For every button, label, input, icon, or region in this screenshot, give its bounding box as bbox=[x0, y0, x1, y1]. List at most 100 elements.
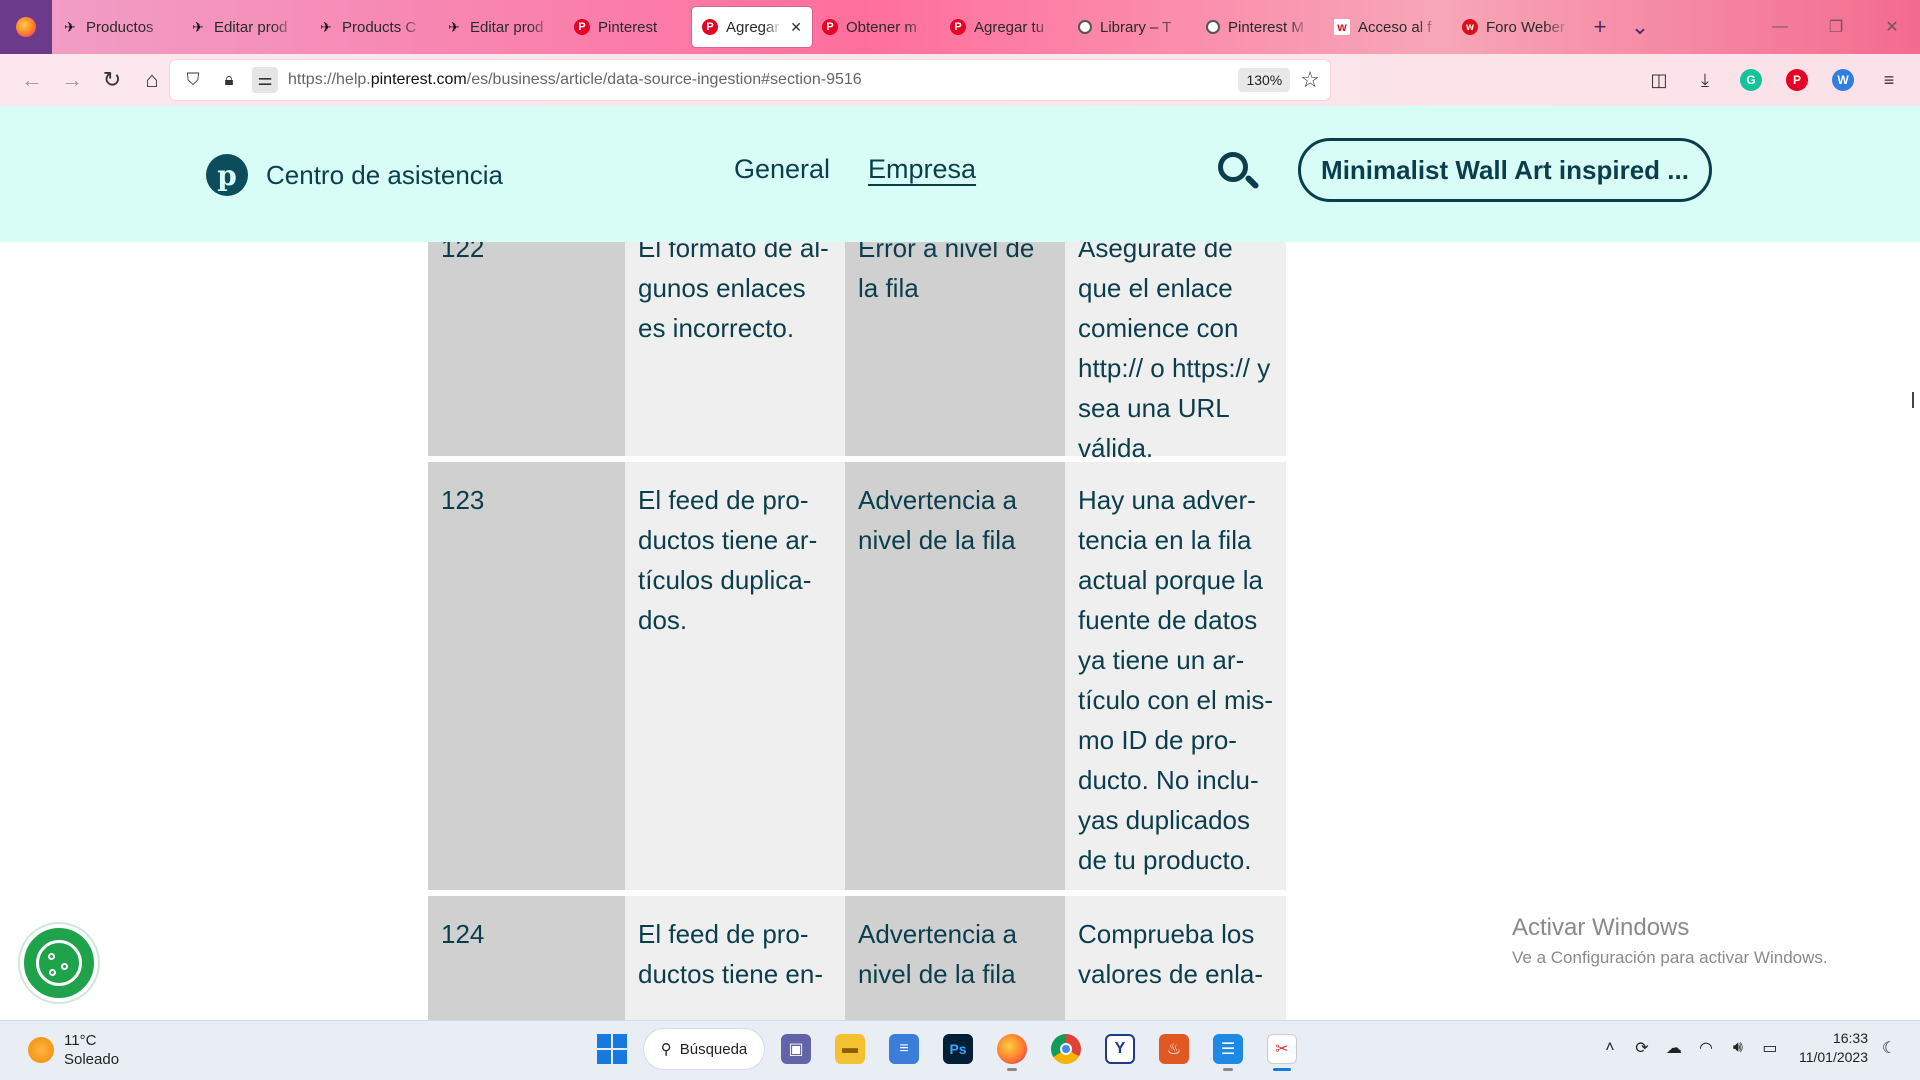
forward-icon[interactable]: → bbox=[52, 60, 92, 100]
weather-description: Soleado bbox=[64, 1051, 120, 1068]
windows-taskbar: 11°C Soleado ⚲ Búsqueda ▣ ▬ ≡ Ps Y ♨ ☰ ✂… bbox=[0, 1020, 1920, 1080]
firefox-icon bbox=[16, 17, 36, 37]
tab-label: Editar prod bbox=[214, 18, 288, 36]
tab-label: Productos bbox=[86, 18, 154, 36]
weber-icon: w bbox=[1462, 19, 1478, 35]
zoom-level-badge[interactable]: 130% bbox=[1238, 68, 1291, 92]
cookie-settings-button[interactable] bbox=[20, 924, 98, 1002]
download-icon[interactable]: ⤓ bbox=[1686, 60, 1724, 100]
new-tab-icon[interactable]: + bbox=[1580, 7, 1620, 47]
firefox-taskbar-icon[interactable] bbox=[990, 1027, 1034, 1071]
address-bar[interactable]: ⛉ 🔒︎ ⚌ https://help.pinterest.com/es/bus… bbox=[170, 60, 1330, 100]
cloud-icon[interactable]: ☁ bbox=[1663, 1038, 1685, 1058]
url-prefix: https://help. bbox=[288, 71, 371, 88]
navigation-toolbar: ← → ↻ ⌂ ⛉ 🔒︎ ⚌ https://help.pinterest.co… bbox=[0, 54, 1920, 106]
nav-link-empresa[interactable]: Empresa bbox=[868, 154, 976, 185]
pinterest-icon: P bbox=[822, 19, 838, 35]
tab-agregar-tu[interactable]: P Agregar tu bbox=[940, 7, 1068, 47]
notes-app-icon[interactable]: ☰ bbox=[1206, 1027, 1250, 1071]
bird-icon: ✈ bbox=[448, 18, 460, 35]
home-icon[interactable]: ⌂ bbox=[132, 60, 172, 100]
wifi-icon[interactable]: ◠ bbox=[1695, 1038, 1717, 1058]
tab-agregar-active[interactable]: P Agregar ✕ bbox=[692, 7, 812, 47]
notepad-icon[interactable]: ≡ bbox=[882, 1027, 926, 1071]
permissions-icon[interactable]: ⚌ bbox=[252, 67, 278, 93]
grammarly-icon[interactable]: G bbox=[1732, 60, 1770, 100]
tab-label: Products C bbox=[342, 18, 417, 36]
taskbar-search[interactable]: ⚲ Búsqueda bbox=[644, 1029, 764, 1069]
search-icon[interactable] bbox=[1212, 146, 1260, 194]
search-icon: ⚲ bbox=[660, 1041, 672, 1058]
clock[interactable]: 16:33 11/01/2023 bbox=[1799, 1029, 1868, 1067]
watermark-title: Activar Windows bbox=[1512, 914, 1690, 941]
tab-acceso[interactable]: w Acceso al f bbox=[1324, 7, 1452, 47]
tab-label: Pinterest M bbox=[1228, 18, 1304, 36]
battery-icon[interactable]: ▭ bbox=[1759, 1038, 1781, 1058]
tab-pinterest-m[interactable]: Pinterest M bbox=[1196, 7, 1324, 47]
scrollbar[interactable] bbox=[1912, 392, 1914, 408]
teams-chat-icon[interactable]: ▣ bbox=[774, 1027, 818, 1071]
tab-obtener[interactable]: P Obtener m bbox=[812, 7, 940, 47]
photoshop-icon[interactable]: Ps bbox=[936, 1027, 980, 1071]
cell-code: 123 bbox=[428, 462, 625, 890]
search-lens bbox=[1218, 152, 1248, 182]
account-button[interactable]: Minimalist Wall Art inspired ... bbox=[1298, 138, 1712, 202]
firefox-menu-button[interactable] bbox=[0, 0, 52, 54]
back-icon[interactable]: ← bbox=[12, 60, 52, 100]
tab-products-c[interactable]: ✈ Products C bbox=[308, 7, 436, 47]
taskbar-search-label: Búsqueda bbox=[679, 1040, 748, 1058]
tab-label: Obtener m bbox=[846, 18, 917, 36]
bookmark-star-icon[interactable]: ☆ bbox=[1300, 67, 1320, 93]
library-icon bbox=[1078, 20, 1092, 34]
tab-editar-prod[interactable]: ✈ Editar prod bbox=[180, 7, 308, 47]
url-text[interactable]: https://help.pinterest.com/es/business/a… bbox=[288, 71, 1228, 89]
wordtune-extension-icon[interactable]: W bbox=[1824, 60, 1862, 100]
notifications-icon[interactable]: ☾ bbox=[1878, 1038, 1900, 1058]
system-tray: ˄ ⟳ ☁ ◠ 🔊︎ ▭ 16:33 11/01/2023 ☾ bbox=[1599, 1029, 1900, 1067]
reload-icon[interactable]: ↻ bbox=[92, 60, 132, 100]
chrome-icon[interactable] bbox=[1044, 1027, 1088, 1071]
pocket-icon[interactable]: ◫ bbox=[1640, 60, 1678, 100]
tab-library[interactable]: Library – T bbox=[1068, 7, 1196, 47]
file-explorer-icon[interactable]: ▬ bbox=[828, 1027, 872, 1071]
cell-level: Advertencia a nivel de la fila bbox=[845, 896, 1065, 1020]
tab-strip: ✈ Productos ✈ Editar prod ✈ Products C ✈… bbox=[0, 0, 1920, 54]
tab-productos[interactable]: ✈ Productos bbox=[52, 7, 180, 47]
error-codes-table: 122 El formato de al­gunos enlaces es in… bbox=[428, 242, 1286, 1020]
pinterest-extension-icon[interactable]: P bbox=[1778, 60, 1816, 100]
cell-message: El feed de pro­ductos tiene ar­tículos d… bbox=[625, 462, 845, 890]
shield-icon[interactable]: ⛉ bbox=[180, 67, 206, 93]
cell-fix: Asegúrate de que el enlace comience con … bbox=[1065, 242, 1286, 463]
chevron-down-icon[interactable]: ⌄ bbox=[1620, 7, 1660, 47]
cell-level: Error a nivel de la fila bbox=[845, 242, 1065, 456]
snipping-tool-icon[interactable]: ✂ bbox=[1260, 1027, 1304, 1071]
lock-icon[interactable]: 🔒︎ bbox=[216, 67, 242, 93]
tab-label: Library – T bbox=[1100, 18, 1172, 36]
hamburger-menu-icon[interactable]: ≡ bbox=[1870, 60, 1908, 100]
tab-foro-weber[interactable]: w Foro Weber bbox=[1452, 7, 1580, 47]
brand[interactable]: p Centro de asistencia bbox=[206, 154, 503, 196]
site-header: p Centro de asistencia General Empresa M… bbox=[0, 106, 1920, 242]
cell-fix: Hay una adver­tencia en la fila actual p… bbox=[1065, 462, 1286, 890]
weather-widget[interactable]: 11°C Soleado bbox=[28, 1031, 119, 1069]
tab-pinterest[interactable]: P Pinterest bbox=[564, 7, 692, 47]
restore-icon[interactable]: ❐ bbox=[1808, 0, 1864, 54]
tab-label: Agregar bbox=[726, 18, 780, 36]
windows-start-icon[interactable] bbox=[590, 1027, 634, 1071]
yahoo-icon[interactable]: Y bbox=[1098, 1027, 1142, 1071]
tab-label: Editar prod bbox=[470, 18, 544, 36]
volume-icon[interactable]: 🔊︎ bbox=[1727, 1039, 1749, 1057]
game-app-icon[interactable]: ♨ bbox=[1152, 1027, 1196, 1071]
minimize-icon[interactable]: — bbox=[1752, 0, 1808, 54]
weather-temperature: 11°C bbox=[64, 1032, 97, 1049]
nav-link-general[interactable]: General bbox=[734, 154, 830, 185]
w-icon: w bbox=[1334, 19, 1350, 35]
chevron-up-icon[interactable]: ˄ bbox=[1599, 1039, 1621, 1057]
sync-icon[interactable]: ⟳ bbox=[1631, 1038, 1653, 1058]
toolbar-extensions: ◫ ⤓ G P W ≡ bbox=[1640, 60, 1908, 100]
cell-fix: Comprueba los valores de enla- bbox=[1065, 896, 1286, 1020]
tab-editar-prod-2[interactable]: ✈ Editar prod bbox=[436, 7, 564, 47]
close-window-icon[interactable]: ✕ bbox=[1864, 0, 1920, 54]
taskbar-apps: ⚲ Búsqueda ▣ ▬ ≡ Ps Y ♨ ☰ ✂ bbox=[590, 1027, 1304, 1071]
close-tab-icon[interactable]: ✕ bbox=[790, 19, 802, 36]
